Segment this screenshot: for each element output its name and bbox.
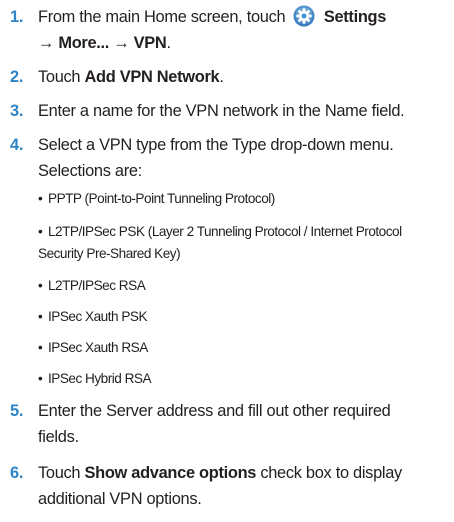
step-5-line-1: Enter the Server address and fill out ot… [38, 398, 391, 424]
vpn-type-option-label: Security Pre-Shared Key) [38, 246, 181, 261]
step-3-text: Enter a name for the VPN network in the … [38, 102, 405, 120]
step-6-line-1: Touch Show advance options check box to … [38, 460, 402, 486]
selections-label: Selections are: [38, 162, 142, 180]
step-number: 4. [10, 136, 24, 154]
vpn-type-option: • IPSec Hybrid RSA [38, 369, 152, 389]
step-2-line-1: Touch Add VPN Network. [38, 64, 224, 90]
bullet: • [38, 340, 43, 355]
step-6-line-2: additional VPN options. [38, 486, 202, 512]
step-number: 5. [10, 402, 24, 420]
step-6-text-cont: additional VPN options. [38, 490, 202, 508]
bullet: • [38, 191, 43, 206]
step-4-text: Select a VPN type from the Type drop-dow… [38, 136, 394, 154]
step-1-line-1: From the main Home screen, touch Setting… [38, 4, 386, 30]
vpn-type-option: • L2TP/IPSec RSA [38, 276, 146, 296]
step-number: 1. [10, 8, 24, 26]
vpn-type-option-label: IPSec Xauth RSA [48, 340, 148, 355]
step-2-prefix: Touch [38, 68, 85, 86]
bullet: • [38, 371, 43, 386]
step-4-line-2: Selections are: [38, 158, 142, 184]
show-advance-options-label: Show advance options [84, 464, 257, 482]
vpn-type-option: • IPSec Xauth RSA [38, 338, 148, 358]
step-1-period: . [166, 34, 171, 52]
step-6-prefix: Touch [38, 464, 85, 482]
menu-path: → More... → VPN [38, 34, 167, 52]
step-1-text: From the main Home screen, touch [38, 8, 286, 26]
vpn-type-option: • L2TP/IPSec PSK (Layer 2 Tunneling Proto… [38, 222, 402, 242]
vpn-type-option-continuation: Security Pre-Shared Key) [38, 244, 181, 264]
vpn-type-option: • IPSec Xauth PSK [38, 307, 148, 327]
step-5-line-2: fields. [38, 424, 79, 450]
bullet: • [38, 278, 43, 293]
step-1-line-2: → More... → VPN. [38, 30, 171, 56]
step-number: 3. [10, 102, 24, 120]
settings-label: Settings [323, 8, 387, 26]
add-vpn-network-label: Add VPN Network [84, 68, 220, 86]
settings-gear-icon [293, 5, 315, 27]
step-4-line-1: Select a VPN type from the Type drop-dow… [38, 132, 394, 158]
step-2-suffix: . [219, 68, 224, 86]
vpn-type-option-label: IPSec Hybrid RSA [48, 371, 152, 386]
vpn-type-option-label: PPTP (Point-to-Point Tunneling Protocol) [48, 191, 275, 206]
vpn-type-option-label: IPSec Xauth PSK [48, 309, 148, 324]
step-5-text-cont: fields. [38, 428, 79, 446]
vpn-instructions: 1. From the main Home screen, touch Sett… [0, 0, 454, 522]
step-3-line-1: Enter a name for the VPN network in the … [38, 98, 405, 124]
vpn-type-option-label: L2TP/IPSec PSK (Layer 2 Tunneling Protoc… [48, 224, 402, 239]
vpn-type-option-label: L2TP/IPSec RSA [48, 278, 146, 293]
step-5-text: Enter the Server address and fill out ot… [38, 402, 391, 420]
step-6-suffix: check box to display [256, 464, 402, 482]
vpn-type-option: • PPTP (Point-to-Point Tunneling Protocol… [38, 189, 275, 209]
bullet: • [38, 224, 43, 239]
step-number: 6. [10, 464, 24, 482]
step-number: 2. [10, 68, 24, 86]
bullet: • [38, 309, 43, 324]
